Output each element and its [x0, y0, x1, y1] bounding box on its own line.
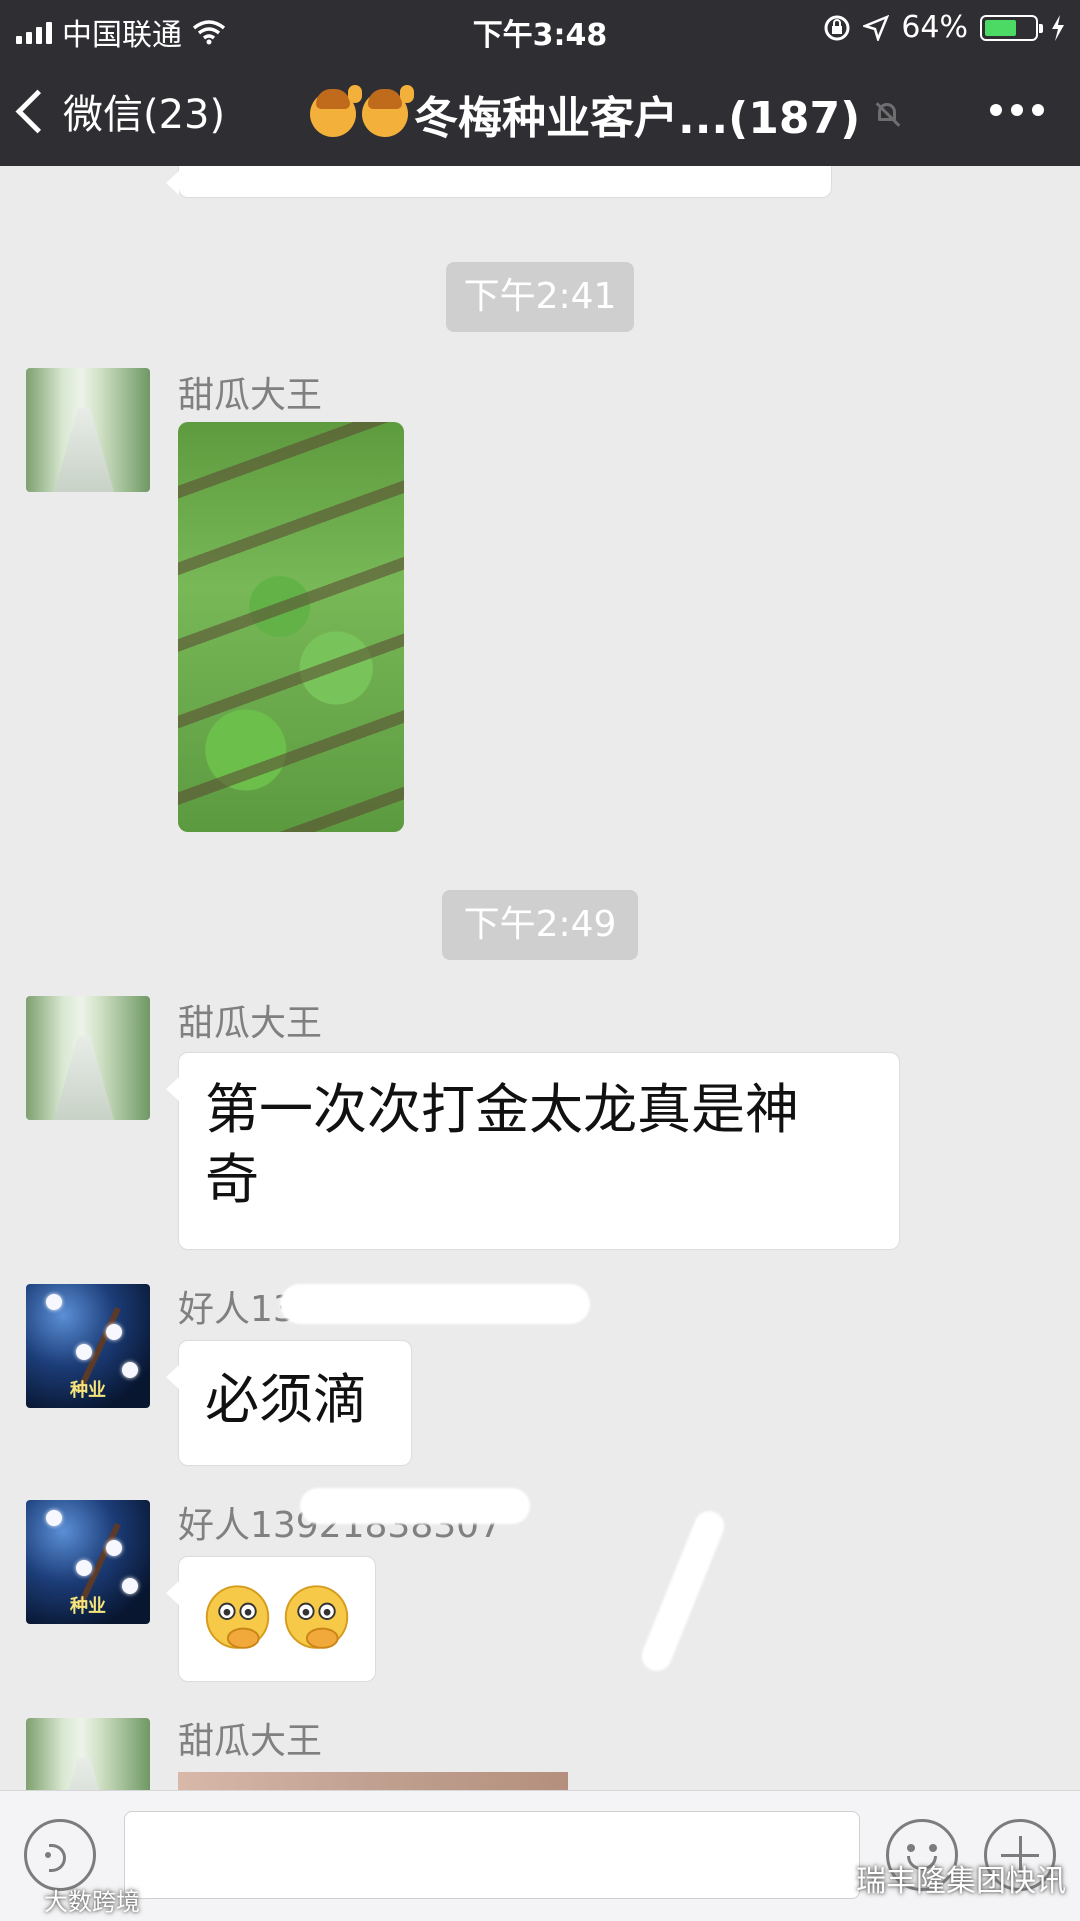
avatar[interactable]	[26, 1718, 150, 1790]
chat-area[interactable]: 下午2:41 甜瓜大王 下午2:49 甜瓜大王 第一次次打金太龙真是神 奇 种业…	[0, 166, 1080, 1790]
raising-hand-emoji-icon	[362, 85, 414, 137]
sender-name: 甜瓜大王	[178, 1721, 323, 1762]
thinking-hand-emoji-icon	[284, 1585, 349, 1649]
watermark-left: 大数跨境	[44, 1888, 140, 1916]
back-chevron-icon	[15, 89, 60, 133]
more-button[interactable]	[990, 104, 1044, 116]
avatar[interactable]	[26, 368, 150, 492]
charging-icon	[1052, 14, 1064, 41]
cabbage-field-photo[interactable]	[178, 422, 404, 832]
battery-icon	[980, 14, 1043, 41]
location-arrow-icon	[863, 14, 890, 41]
watermark-right: 瑞丰隆集团快讯	[856, 1864, 1066, 1899]
redaction-scribble	[280, 1284, 590, 1324]
voice-icon[interactable]	[24, 1819, 96, 1891]
top-bar: 中国联通 下午3:48 64% 微信(23) 冬梅种业客户...(187)	[0, 0, 1080, 166]
mute-bell-icon	[872, 99, 902, 129]
message-bubble[interactable]: 第一次次打金太龙真是神 奇	[166, 1052, 900, 1250]
message-text: 第一次次打金太龙真是神	[205, 1078, 799, 1141]
timestamp: 下午2:49	[442, 890, 638, 960]
emoji-bubble[interactable]	[166, 1556, 376, 1682]
sender-name: 甜瓜大王	[178, 375, 323, 416]
redaction-scribble	[637, 1506, 729, 1676]
thinking-hand-emoji-icon	[205, 1585, 270, 1649]
avatar[interactable]	[26, 996, 150, 1120]
avatar-label: 种业	[70, 1380, 106, 1401]
message-text: 必须滴	[205, 1368, 367, 1431]
chat-title-text: 冬梅种业客户...(187)	[414, 93, 861, 144]
status-bar: 中国联通 下午3:48 64%	[0, 0, 1080, 56]
previous-message-bubble[interactable]	[166, 166, 832, 198]
sender-name: 好人13	[178, 1289, 296, 1330]
raising-hand-emoji-icon	[310, 85, 362, 137]
message-input[interactable]	[124, 1811, 860, 1899]
avatar[interactable]: 种业	[26, 1500, 150, 1624]
lock-rotation-icon	[824, 15, 850, 40]
back-button[interactable]: 微信(23)	[15, 82, 226, 140]
redaction-scribble	[300, 1488, 530, 1524]
sender-name: 甜瓜大王	[178, 1003, 323, 1044]
battery-percent: 64%	[901, 10, 968, 45]
avatar[interactable]: 种业	[26, 1284, 150, 1408]
partial-photo[interactable]	[178, 1772, 568, 1790]
title-bar: 微信(23) 冬梅种业客户...(187)	[0, 62, 1080, 158]
timestamp: 下午2:41	[446, 262, 634, 332]
back-label: 微信(23)	[63, 92, 226, 138]
chat-title: 冬梅种业客户...(187)	[310, 82, 902, 146]
message-bubble[interactable]: 必须滴	[166, 1340, 412, 1466]
message-text-line2: 奇	[205, 1148, 259, 1211]
